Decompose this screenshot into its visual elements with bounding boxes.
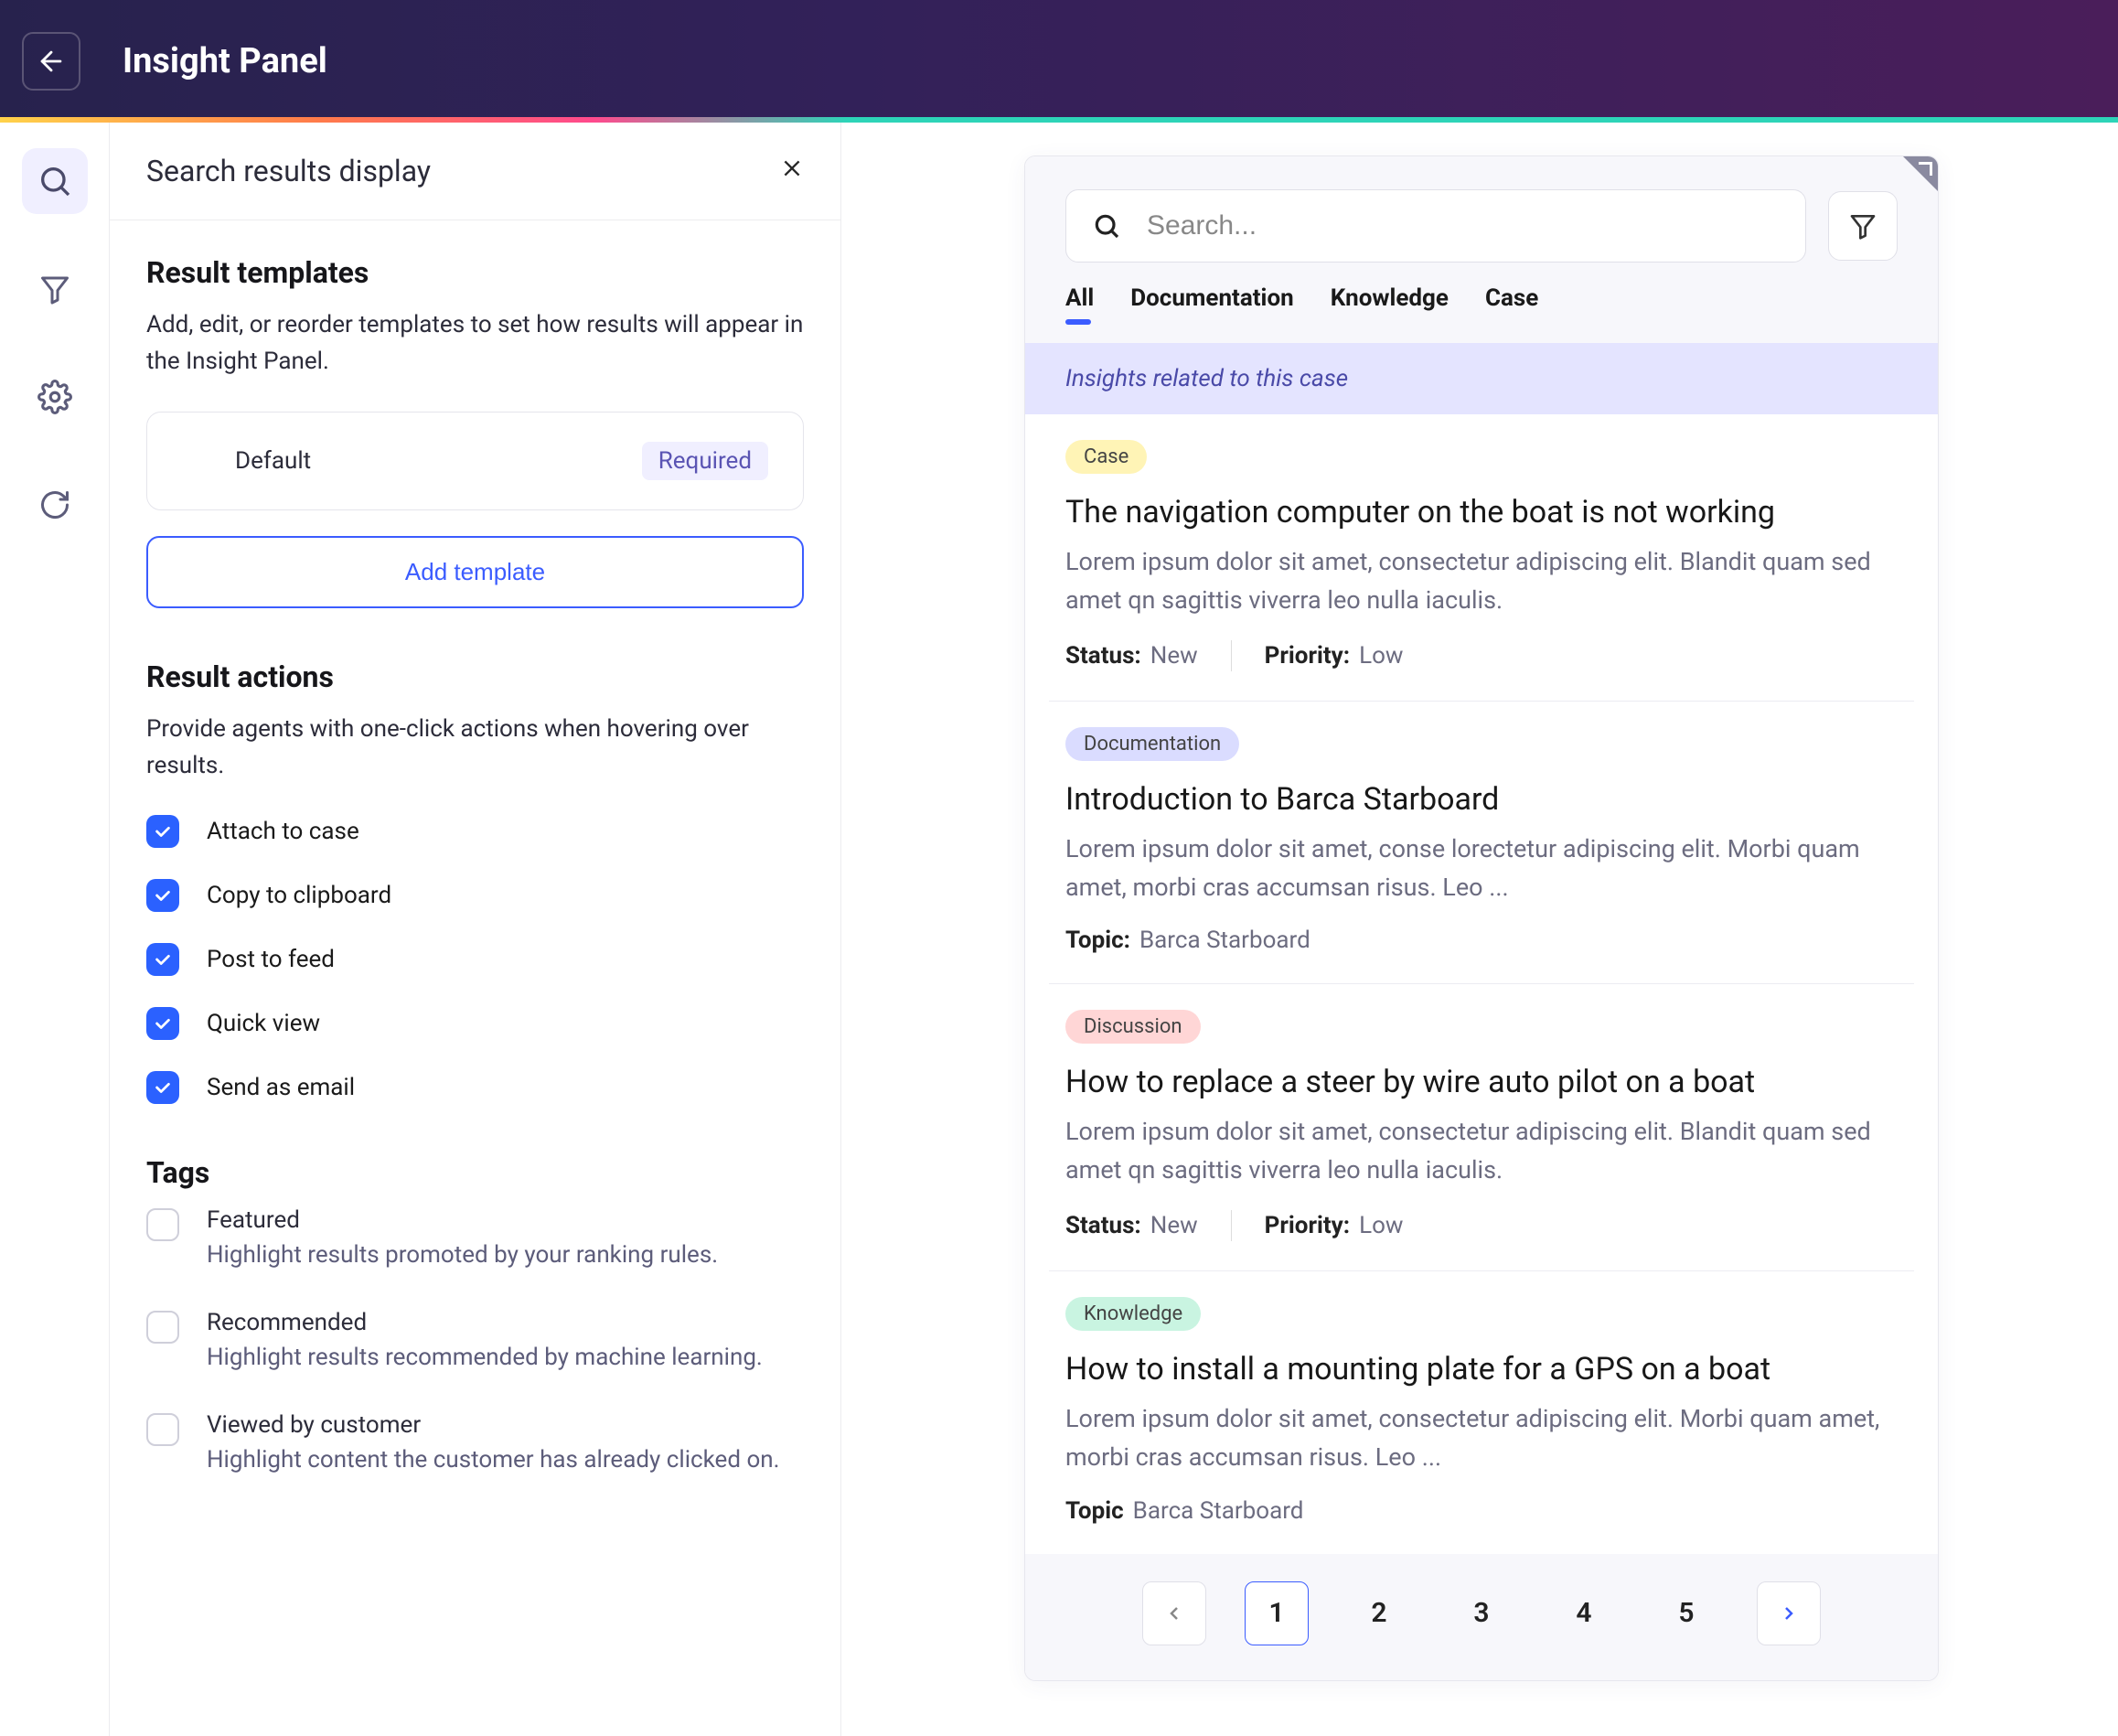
tab-documentation[interactable]: Documentation [1130, 284, 1293, 321]
tabs: All Documentation Knowledge Case [1025, 284, 1938, 343]
add-template-button[interactable]: Add template [146, 536, 804, 608]
result-excerpt: Lorem ipsum dolor sit amet, consectetur … [1065, 1113, 1898, 1190]
template-name: Default [182, 447, 311, 475]
action-checkbox-1[interactable]: Copy to clipboard [146, 879, 804, 912]
checkbox-icon [146, 943, 179, 976]
action-label: Copy to clipboard [207, 882, 391, 909]
tab-all[interactable]: All [1065, 284, 1094, 321]
required-badge: Required [642, 442, 768, 480]
checkbox-icon [146, 1071, 179, 1104]
result-card[interactable]: Discussion How to replace a steer by wir… [1049, 984, 1914, 1271]
result-badge: Documentation [1065, 727, 1239, 761]
result-badge: Knowledge [1065, 1297, 1201, 1331]
checkbox-icon [146, 1007, 179, 1040]
tag-desc: Highlight results promoted by your ranki… [207, 1241, 718, 1269]
templates-desc: Add, edit, or reorder templates to set h… [146, 306, 804, 380]
result-excerpt: Lorem ipsum dolor sit amet, consectetur … [1065, 1400, 1898, 1477]
sidebar-title: Search results display [146, 154, 431, 188]
preview-panel: All Documentation Knowledge Case Insights r… [1024, 155, 1939, 1681]
action-label: Send as email [207, 1074, 355, 1101]
preview-area: All Documentation Knowledge Case Insights r… [841, 123, 2118, 1736]
funnel-icon [1848, 211, 1877, 241]
tag-label: Featured [207, 1206, 718, 1234]
template-card-default[interactable]: Default Required [146, 412, 804, 510]
chevron-right-icon [1778, 1602, 1800, 1624]
tag-checkbox-0[interactable]: Featured Highlight results promoted by y… [146, 1206, 804, 1269]
page-button-3[interactable]: 3 [1449, 1581, 1514, 1645]
page-button-4[interactable]: 4 [1552, 1581, 1616, 1645]
rail-sync-button[interactable] [22, 472, 88, 538]
checkbox-icon [146, 1311, 179, 1344]
result-card[interactable]: Knowledge How to install a mounting plat… [1049, 1271, 1914, 1554]
icon-rail [0, 123, 110, 1736]
accent-strip [0, 117, 2118, 123]
top-bar: Insight Panel [0, 0, 2118, 123]
page-button-5[interactable]: 5 [1654, 1581, 1718, 1645]
action-checkbox-0[interactable]: Attach to case [146, 815, 804, 848]
tag-checkbox-2[interactable]: Viewed by customer Highlight content the… [146, 1411, 804, 1473]
actions-desc: Provide agents with one-click actions wh… [146, 711, 804, 785]
page-title: Insight Panel [123, 41, 327, 81]
next-page-button[interactable] [1757, 1581, 1821, 1645]
result-meta: TopicBarca Starboard [1065, 1497, 1898, 1525]
tag-desc: Highlight results recommended by machine… [207, 1344, 763, 1371]
settings-sidebar: Search results display Result templates … [110, 123, 841, 1736]
tag-label: Viewed by customer [207, 1411, 780, 1439]
expand-corner-icon[interactable] [1903, 156, 1938, 191]
result-meta: Status:NewPriority:Low [1065, 640, 1898, 671]
action-checkbox-3[interactable]: Quick view [146, 1007, 804, 1040]
result-excerpt: Lorem ipsum dolor sit amet, conse lorect… [1065, 830, 1898, 907]
tag-label: Recommended [207, 1309, 763, 1336]
sync-icon [38, 488, 71, 521]
result-title: The navigation computer on the boat is n… [1065, 494, 1898, 530]
checkbox-icon [146, 1413, 179, 1446]
pagination: 12345 [1025, 1554, 1938, 1680]
arrow-left-icon [36, 46, 67, 77]
insights-banner: Insights related to this case [1025, 343, 1938, 414]
result-title: How to install a mounting plate for a GP… [1065, 1351, 1898, 1388]
search-icon [37, 163, 73, 199]
gear-icon [37, 380, 72, 414]
prev-page-button[interactable] [1142, 1581, 1206, 1645]
action-checkbox-4[interactable]: Send as email [146, 1071, 804, 1104]
result-meta: Topic:Barca Starboard [1065, 927, 1898, 954]
checkbox-icon [146, 815, 179, 848]
funnel-icon [38, 273, 71, 305]
rail-settings-button[interactable] [22, 364, 88, 430]
result-badge: Discussion [1065, 1010, 1201, 1044]
result-card[interactable]: Case The navigation computer on the boat… [1049, 414, 1914, 702]
result-badge: Case [1065, 440, 1147, 474]
tag-desc: Highlight content the customer has alrea… [207, 1446, 780, 1473]
tags-heading: Tags [146, 1155, 804, 1190]
tag-checkbox-1[interactable]: Recommended Highlight results recommende… [146, 1309, 804, 1371]
page-button-2[interactable]: 2 [1347, 1581, 1411, 1645]
action-checkbox-2[interactable]: Post to feed [146, 943, 804, 976]
checkbox-icon [146, 1208, 179, 1241]
action-label: Attach to case [207, 818, 359, 845]
rail-filter-button[interactable] [22, 256, 88, 322]
results-list: Case The navigation computer on the boat… [1025, 414, 1938, 1554]
tab-case[interactable]: Case [1485, 284, 1538, 321]
chevron-left-icon [1163, 1602, 1185, 1624]
result-meta: Status:NewPriority:Low [1065, 1210, 1898, 1241]
result-card[interactable]: Documentation Introduction to Barca Star… [1049, 702, 1914, 985]
close-icon [780, 156, 804, 180]
search-input[interactable] [1147, 210, 1780, 241]
search-box[interactable] [1065, 189, 1806, 263]
action-label: Post to feed [207, 946, 335, 973]
checkbox-icon [146, 879, 179, 912]
actions-heading: Result actions [146, 659, 804, 694]
result-excerpt: Lorem ipsum dolor sit amet, consectetur … [1065, 543, 1898, 620]
result-title: Introduction to Barca Starboard [1065, 781, 1898, 818]
rail-search-button[interactable] [22, 148, 88, 214]
action-label: Quick view [207, 1010, 320, 1037]
templates-heading: Result templates [146, 255, 804, 290]
back-button[interactable] [22, 32, 80, 91]
result-title: How to replace a steer by wire auto pilo… [1065, 1064, 1898, 1100]
filter-button[interactable] [1828, 191, 1898, 261]
close-button[interactable] [780, 156, 804, 187]
tab-knowledge[interactable]: Knowledge [1331, 284, 1449, 321]
page-button-1[interactable]: 1 [1245, 1581, 1309, 1645]
search-icon [1092, 211, 1121, 241]
